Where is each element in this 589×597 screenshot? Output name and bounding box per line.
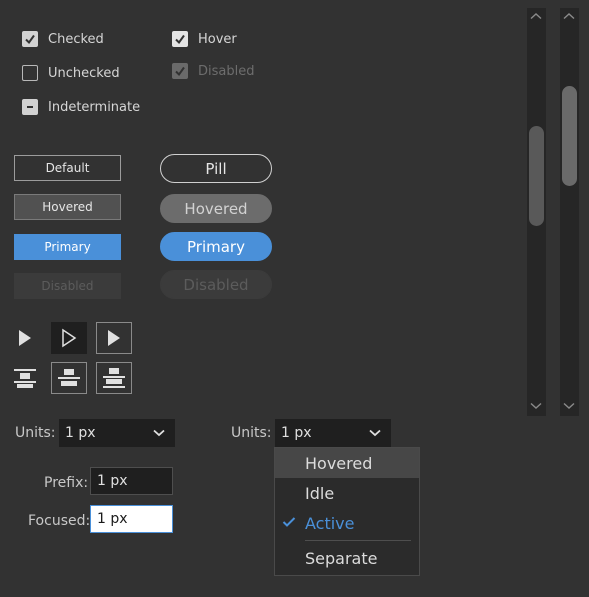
checkbox-label: Disabled: [198, 63, 255, 79]
checkbox-indeterminate[interactable]: Indeterminate: [22, 98, 140, 116]
scrollbar-thumb[interactable]: [562, 86, 577, 186]
units-dropdown[interactable]: 1 px: [59, 419, 175, 447]
chevron-up-icon[interactable]: [530, 12, 542, 20]
select-tool-button[interactable]: [7, 322, 43, 354]
checkbox-hover[interactable]: Hover: [172, 30, 237, 48]
units-dropdown-value: 1 px: [65, 425, 96, 441]
chevron-down-icon: [369, 429, 381, 437]
units-menu: Hovered Idle Active Separate: [274, 447, 420, 576]
checkbox-disabled: Disabled: [172, 62, 254, 80]
checkbox-box[interactable]: [22, 31, 38, 47]
check-icon: [25, 34, 35, 45]
select-arrow-icon: [108, 330, 120, 346]
align-top-button[interactable]: [7, 362, 43, 394]
menu-item-separate[interactable]: Separate: [275, 543, 419, 573]
check-icon: [175, 34, 185, 45]
select-tool-button-bordered[interactable]: [96, 322, 132, 354]
units-label: Units:: [231, 425, 272, 441]
direct-select-tool-button[interactable]: [51, 322, 87, 354]
pill-button[interactable]: Pill: [160, 154, 272, 183]
chevron-down-icon[interactable]: [530, 402, 542, 410]
disabled-button: Disabled: [14, 273, 121, 299]
menu-item-idle[interactable]: Idle: [275, 478, 419, 508]
menu-item-hovered[interactable]: Hovered: [275, 448, 419, 478]
checkbox-box[interactable]: [22, 65, 38, 81]
checkbox-label: Hover: [198, 31, 237, 47]
menu-item-label: Active: [305, 513, 355, 533]
checkbox-label: Checked: [48, 31, 104, 47]
scrollbar-left[interactable]: [527, 8, 546, 416]
primary-button[interactable]: Primary: [14, 234, 121, 260]
checkbox-label: Unchecked: [48, 65, 120, 81]
menu-item-active[interactable]: Active: [275, 508, 419, 538]
default-button[interactable]: Default: [14, 155, 121, 181]
align-bottom-button[interactable]: [96, 362, 132, 394]
units-dropdown-open[interactable]: 1 px: [275, 419, 391, 447]
chevron-down-icon[interactable]: [563, 402, 575, 410]
pill-primary-button[interactable]: Primary: [160, 232, 272, 261]
checkbox-box[interactable]: [172, 31, 188, 47]
checkbox-label: Indeterminate: [48, 99, 141, 115]
align-center-button[interactable]: [51, 362, 87, 394]
check-icon: [175, 66, 185, 77]
menu-separator: [305, 540, 411, 541]
units-dropdown-value: 1 px: [281, 425, 312, 441]
checkbox-box: [172, 63, 188, 79]
chevron-up-icon[interactable]: [563, 12, 575, 20]
align-center-icon: [58, 369, 80, 386]
align-bottom-icon: [103, 368, 125, 388]
hovered-button[interactable]: Hovered: [14, 194, 121, 220]
pill-hovered-button[interactable]: Hovered: [160, 194, 272, 223]
checkbox-box[interactable]: [22, 99, 38, 115]
prefix-label: Prefix:: [44, 475, 89, 491]
align-top-icon: [14, 369, 36, 388]
checkbox-unchecked[interactable]: Unchecked: [22, 64, 120, 82]
direct-select-arrow-icon: [62, 328, 77, 348]
prefix-input[interactable]: 1 px: [90, 467, 173, 495]
check-icon: [282, 517, 296, 527]
scrollbar-right[interactable]: [560, 8, 579, 416]
focused-label: Focused:: [28, 513, 91, 529]
chevron-down-icon: [153, 429, 165, 437]
units-label: Units:: [15, 425, 56, 441]
focused-input[interactable]: 1 px: [90, 505, 173, 533]
select-arrow-icon: [19, 330, 31, 346]
scrollbar-thumb[interactable]: [529, 126, 544, 226]
pill-disabled-button: Disabled: [160, 270, 272, 299]
minus-icon: [27, 106, 33, 108]
checkbox-checked[interactable]: Checked: [22, 30, 104, 48]
